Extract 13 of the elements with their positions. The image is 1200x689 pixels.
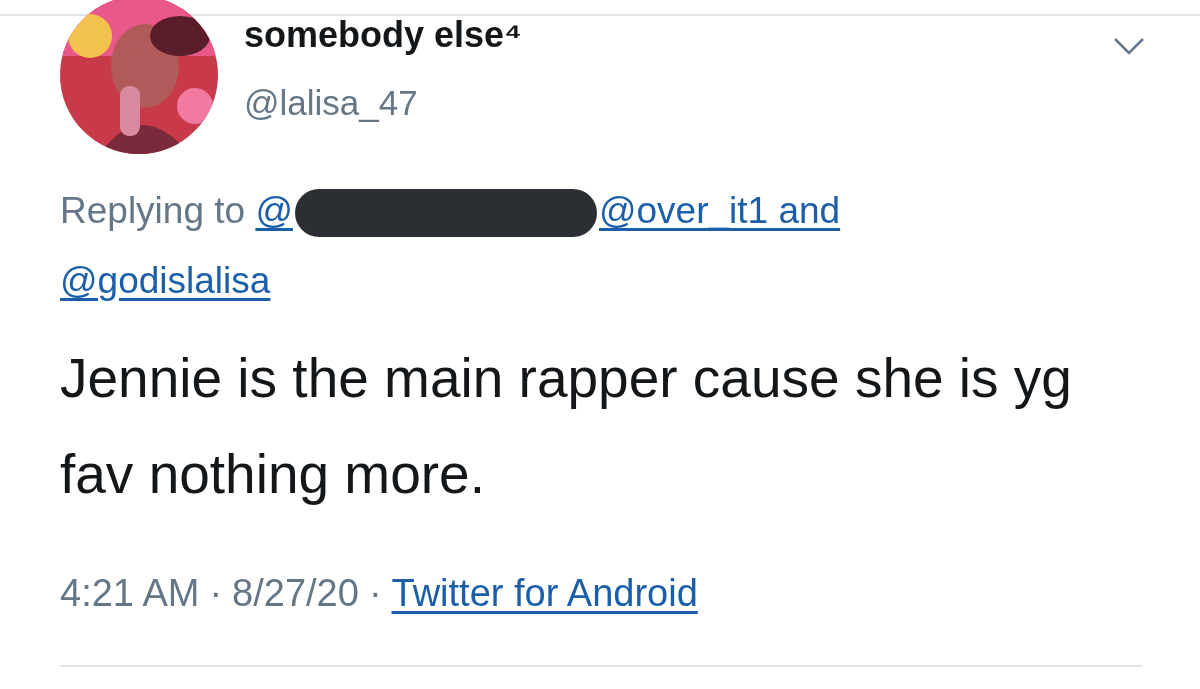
mention-link[interactable]: @	[255, 190, 293, 231]
mention-link[interactable]: @godislalisa	[60, 260, 271, 301]
source-link[interactable]: Twitter for Android	[391, 572, 698, 615]
tweet-date: 8/27/20	[232, 572, 359, 615]
tweet-text: Jennie is the main rapper cause she is yg fav nothing more.	[60, 346, 1073, 507]
separator-dot: ·	[368, 572, 382, 615]
tweet-time: 4:21 AM	[60, 572, 200, 615]
replying-to-label: Replying to	[60, 190, 246, 231]
chevron-down-icon[interactable]	[1113, 36, 1145, 56]
user-handle: @lalisa_47	[244, 82, 419, 124]
display-name[interactable]: somebody else⁴	[244, 12, 1087, 58]
separator-dot: ·	[209, 572, 223, 615]
mention-link[interactable]: @over_it1 and	[598, 190, 841, 231]
